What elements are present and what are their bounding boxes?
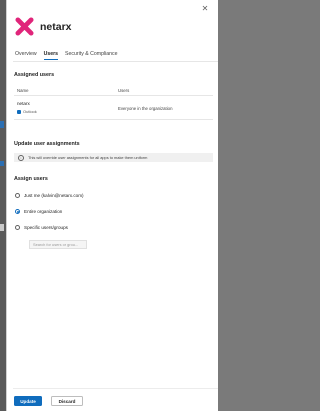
radio-specific-users[interactable]: Specific users/groups — [15, 225, 68, 230]
background-marker — [0, 161, 4, 166]
column-header-name: Name — [17, 87, 29, 93]
notice-text: This will override user assignments for … — [28, 155, 148, 160]
tab-users[interactable]: Users — [43, 51, 59, 60]
info-icon: i — [18, 154, 24, 161]
app-details-panel: ✕ netarx Overview Users Security & Compl… — [6, 0, 218, 411]
radio-entire-organization[interactable]: Entire organization — [15, 209, 62, 214]
app-header: netarx — [15, 17, 72, 36]
assigned-users-heading: Assigned users — [14, 72, 55, 78]
radio-just-me[interactable]: Just me (kalvin@netarx.com) — [15, 193, 84, 198]
tab-bar: Overview Users Security & Compliance — [15, 51, 125, 60]
radio-label: Entire organization — [24, 209, 63, 214]
radio-label: Just me (kalvin@netarx.com) — [24, 193, 84, 198]
tab-divider — [13, 61, 218, 62]
user-search-input[interactable]: Search for users or grou... — [29, 240, 87, 249]
radio-label: Specific users/groups — [24, 225, 68, 230]
search-placeholder: Search for users or grou... — [33, 242, 79, 247]
table-header: Name Users — [14, 85, 213, 96]
background-marker — [0, 121, 4, 128]
background-marker — [0, 224, 4, 231]
tab-security-compliance[interactable]: Security & Compliance — [65, 51, 117, 59]
discard-button[interactable]: Discard — [51, 396, 83, 406]
name-cell: netarx Outlook — [14, 101, 118, 119]
app-host-label: Outlook — [23, 109, 37, 114]
table-row: netarx Outlook Everyone in the organizat… — [14, 96, 213, 120]
close-icon[interactable]: ✕ — [200, 4, 210, 14]
outlook-icon — [17, 109, 21, 114]
app-name: netarx — [17, 101, 30, 106]
assign-users-heading: Assign users — [14, 176, 48, 182]
netarx-logo-icon — [15, 17, 34, 36]
app-host: Outlook — [17, 109, 118, 114]
users-cell: Everyone in the organization — [118, 106, 173, 111]
radio-button[interactable] — [15, 193, 20, 198]
update-assignments-heading: Update user assignments — [14, 141, 80, 147]
tab-overview[interactable]: Overview — [15, 51, 37, 59]
radio-button-selected[interactable] — [15, 209, 20, 214]
override-notice: i This will override user assignments fo… — [14, 153, 213, 162]
app-title: netarx — [40, 20, 72, 33]
assigned-users-table: Name Users netarx Outlook Everyone in th… — [14, 85, 213, 120]
update-button[interactable]: Update — [14, 396, 42, 406]
column-header-users: Users — [118, 87, 130, 93]
radio-button[interactable] — [15, 225, 20, 230]
footer-divider — [13, 388, 218, 389]
